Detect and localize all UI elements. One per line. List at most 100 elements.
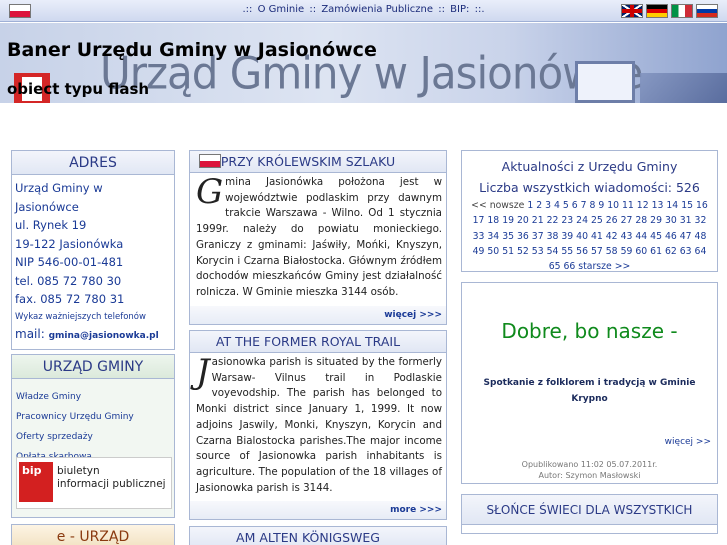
promo-more-link[interactable]: więcej >> <box>665 437 711 447</box>
pager-link[interactable]: 45 <box>647 231 662 242</box>
flag-de-icon[interactable] <box>646 4 668 18</box>
pager-link[interactable]: 13 <box>649 200 664 211</box>
pager-link[interactable]: 34 <box>484 231 499 242</box>
pager-link[interactable]: 10 <box>604 200 619 211</box>
flag-ru-icon[interactable] <box>696 4 718 18</box>
pager-link[interactable]: 32 <box>692 215 707 226</box>
bip-banner[interactable]: bip biuletyn informacji publicznej <box>16 457 172 509</box>
promo-box: Dobre, bo nasze - Spotkanie z folklorem … <box>461 282 718 484</box>
pager-link[interactable]: 62 <box>662 246 677 257</box>
email-link[interactable]: gmina@jasionowka.pl <box>49 331 159 341</box>
pager-link[interactable]: 7 <box>578 200 587 211</box>
pager-link[interactable]: 33 <box>473 231 485 242</box>
dropcap: G <box>196 172 224 212</box>
pager-link[interactable]: 20 <box>514 215 529 226</box>
bip-text: biuletyn informacji publicznej <box>57 465 166 490</box>
pager-link[interactable]: 16 <box>693 200 708 211</box>
pager-link[interactable]: 57 <box>588 246 603 257</box>
top-nav: .:: O Gminie :: Zamówienia Publiczne :: … <box>0 4 727 15</box>
pager-link[interactable]: 5 <box>560 200 569 211</box>
pager-link[interactable]: 22 <box>544 215 559 226</box>
pager-link[interactable]: 38 <box>544 231 559 242</box>
pager-older[interactable]: starsze >> <box>575 261 630 272</box>
pager-link[interactable]: 60 <box>632 246 647 257</box>
pager-link[interactable]: 29 <box>647 215 662 226</box>
pager-link[interactable]: 25 <box>588 215 603 226</box>
pager-link[interactable]: 4 <box>551 200 560 211</box>
pager-link[interactable]: 12 <box>634 200 649 211</box>
pager-link[interactable]: 63 <box>677 246 692 257</box>
pager-newer: << nowsze <box>471 200 525 211</box>
pager-link[interactable]: 58 <box>603 246 618 257</box>
pager-link[interactable]: 66 <box>561 261 576 272</box>
article-pl-more-link[interactable]: więcej >>> <box>384 310 442 320</box>
pager-link[interactable]: 36 <box>514 231 529 242</box>
link-wladze[interactable]: Władze Gminy <box>16 387 170 407</box>
pager-link[interactable]: 19 <box>499 215 514 226</box>
pager-link[interactable]: 28 <box>632 215 647 226</box>
address-body: Urząd Gminy w Jasionówce ul. Rynek 19 19… <box>12 175 174 345</box>
pager-link[interactable]: 3 <box>542 200 551 211</box>
sun-heading[interactable]: SŁOŃCE ŚWIECI DLA WSZYSTKICH <box>462 495 717 525</box>
pager-link[interactable]: 41 <box>588 231 603 242</box>
pager-link[interactable]: 21 <box>529 215 544 226</box>
link-pracownicy[interactable]: Pracownicy Urzędu Gminy <box>16 407 170 427</box>
pager-link[interactable]: 51 <box>499 246 514 257</box>
nav-link-bip[interactable]: BIP: <box>449 4 470 15</box>
pager-link[interactable]: 55 <box>558 246 573 257</box>
article-en-text: Jasionowka parish is situated by the for… <box>196 352 442 494</box>
pager-link[interactable]: 50 <box>484 246 499 257</box>
pager-link[interactable]: 30 <box>662 215 677 226</box>
sun-box: SŁOŃCE ŚWIECI DLA WSZYSTKICH <box>461 494 718 534</box>
pager-link[interactable]: 37 <box>529 231 544 242</box>
article-en: AT THE FORMER ROYAL TRAIL Jasionowka par… <box>189 330 447 520</box>
pager-link[interactable]: 46 <box>662 231 677 242</box>
phones-link[interactable]: Wykaz ważniejszych telefonów <box>15 309 171 325</box>
pager-link[interactable]: 47 <box>677 231 692 242</box>
pager-link[interactable]: 27 <box>618 215 633 226</box>
top-bar: .:: O Gminie :: Zamówienia Publiczne :: … <box>0 0 727 22</box>
pager-link[interactable]: 11 <box>619 200 634 211</box>
office-box: URZĄD GMINY Władze Gminy Pracownicy Urzę… <box>11 354 175 518</box>
nav-link-o-gminie[interactable]: O Gminie <box>257 4 306 15</box>
pager-link[interactable]: 43 <box>618 231 633 242</box>
bip-logo-icon: bip <box>19 462 53 502</box>
pager-link[interactable]: 15 <box>678 200 693 211</box>
pager-link[interactable]: 56 <box>573 246 588 257</box>
pager-link[interactable]: 40 <box>573 231 588 242</box>
news-title: Aktualności z Urzędu Gminy Liczba wszyst… <box>462 151 717 198</box>
flag-it-icon[interactable] <box>671 4 693 18</box>
article-en-more-link[interactable]: more >>> <box>390 505 442 515</box>
pager-link[interactable]: 54 <box>544 246 559 257</box>
pager-link[interactable]: 61 <box>647 246 662 257</box>
pager-link[interactable]: 65 <box>549 261 561 272</box>
flag-pl-icon <box>199 154 221 168</box>
pager-link[interactable]: 48 <box>692 231 707 242</box>
pager-link[interactable]: 17 <box>473 215 485 226</box>
pager-link[interactable]: 9 <box>595 200 604 211</box>
pager-link[interactable]: 59 <box>618 246 633 257</box>
pager-link[interactable]: 53 <box>529 246 544 257</box>
pager-link[interactable]: 18 <box>484 215 499 226</box>
pager-link[interactable]: 24 <box>573 215 588 226</box>
promo-event-title[interactable]: Spotkanie z folklorem i tradycją w Gmini… <box>472 375 707 407</box>
nav-link-zamowienia[interactable]: Zamówienia Publiczne <box>320 4 434 15</box>
pager-link[interactable]: 14 <box>663 200 678 211</box>
pager-link[interactable]: 26 <box>603 215 618 226</box>
e-office-heading[interactable]: e - URZĄD <box>12 525 174 545</box>
flag-en-icon[interactable] <box>621 4 643 18</box>
pager-link[interactable]: 35 <box>499 231 514 242</box>
pager-link[interactable]: 49 <box>473 246 485 257</box>
pager-link[interactable]: 52 <box>514 246 529 257</box>
pager-link[interactable]: 39 <box>558 231 573 242</box>
pager-link[interactable]: 23 <box>558 215 573 226</box>
pager-link[interactable]: 6 <box>569 200 578 211</box>
pager-link[interactable]: 31 <box>677 215 692 226</box>
link-oferty[interactable]: Oferty sprzedaży <box>16 427 170 447</box>
pager-link[interactable]: 44 <box>632 231 647 242</box>
pager-link[interactable]: 64 <box>692 246 707 257</box>
banner: Urząd Gminy w Jasionówce Baner Urzędu Gm… <box>0 23 727 103</box>
pager-link[interactable]: 42 <box>603 231 618 242</box>
banner-alt-text: Baner Urzędu Gminy w Jasionówce <box>7 39 377 61</box>
monitor-icon <box>575 61 635 103</box>
